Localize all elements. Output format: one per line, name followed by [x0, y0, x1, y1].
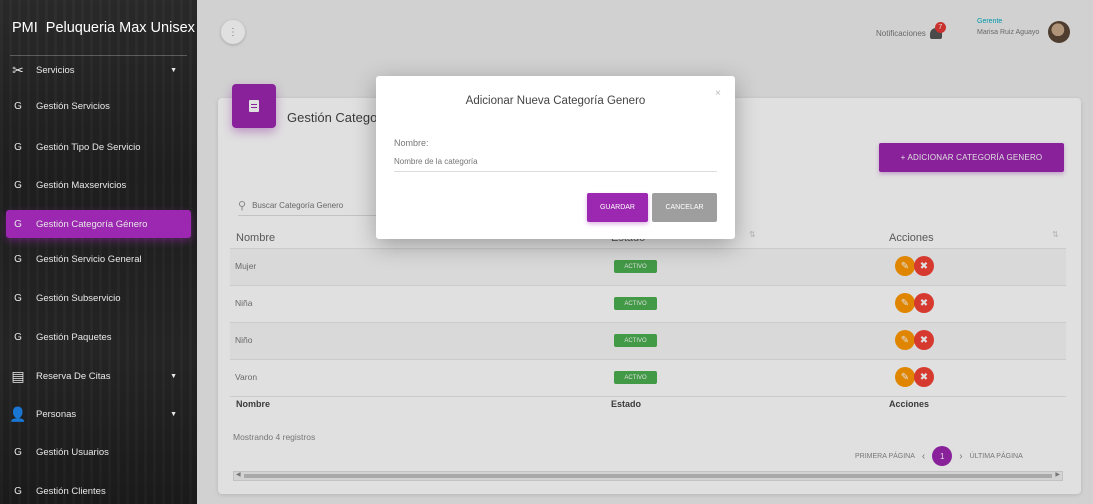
- sidebar-item-label: Gestión Servicios: [36, 100, 110, 112]
- cancel-button[interactable]: CANCELAR: [652, 193, 717, 222]
- sidebar-item-label: Reserva De Citas: [36, 370, 111, 382]
- caret-down-icon: ▼: [170, 372, 177, 380]
- sidebar-item-mark: G: [14, 331, 22, 343]
- person-icon: 👤: [9, 405, 27, 422]
- sidebar-item-mark: G: [14, 141, 22, 153]
- sidebar-item-gestion-maxservicios[interactable]: G Gestión Maxservicios: [6, 171, 191, 199]
- brand-name: Peluqueria Max Unisex: [45, 20, 195, 36]
- calendar-icon: ▤: [11, 367, 25, 384]
- brand-mini: PMI: [12, 20, 38, 36]
- sidebar-item-gestion-clientes[interactable]: G Gestión Clientes: [6, 477, 191, 504]
- sidebar-item-label: Gestión Paquetes: [36, 331, 112, 343]
- sidebar-item-reserva-de-citas[interactable]: ▤ Reserva De Citas ▼: [6, 362, 191, 390]
- close-icon[interactable]: ×: [715, 88, 721, 99]
- sidebar-item-mark: G: [14, 446, 22, 458]
- sidebar-item-gestion-servicio-general[interactable]: G Gestión Servicio General: [6, 245, 191, 273]
- sidebar-item-gestion-subservicio[interactable]: G Gestión Subservicio: [6, 284, 191, 312]
- name-field-label: Nombre:: [394, 138, 429, 148]
- sidebar-item-label: Personas: [36, 408, 77, 420]
- sidebar-item-mark: G: [14, 253, 22, 265]
- sidebar-item-label: Gestión Maxservicios: [36, 179, 127, 191]
- sidebar-item-servicios[interactable]: ✂ Servicios ▼: [6, 56, 191, 84]
- sidebar-item-gestion-servicios[interactable]: G Gestión Servicios: [6, 92, 191, 120]
- sidebar-item-gestion-categoria-genero[interactable]: G Gestión Categoría Género: [6, 210, 191, 238]
- brand[interactable]: PMI Peluqueria Max Unisex: [0, 0, 197, 56]
- sidebar-item-label: Gestión Categoría Género: [36, 218, 148, 230]
- sidebar-item-label: Servicios: [36, 64, 75, 76]
- modal-title: Adicionar Nueva Categoría Genero: [465, 95, 646, 107]
- sidebar: PMI Peluqueria Max Unisex ✂ Servicios ▼ …: [0, 0, 197, 504]
- sidebar-item-mark: G: [14, 485, 22, 497]
- save-button[interactable]: GUARDAR: [587, 193, 648, 222]
- sidebar-item-label: Gestión Subservicio: [36, 292, 121, 304]
- category-name-input[interactable]: [394, 152, 717, 172]
- sidebar-item-label: Gestión Clientes: [36, 485, 106, 497]
- scissors-icon: ✂: [12, 61, 24, 78]
- sidebar-item-mark: G: [14, 179, 22, 191]
- caret-down-icon: ▼: [170, 66, 177, 74]
- sidebar-item-gestion-paquetes[interactable]: G Gestión Paquetes: [6, 323, 191, 351]
- caret-down-icon: ▼: [170, 410, 177, 418]
- sidebar-item-mark: G: [14, 100, 22, 112]
- sidebar-item-gestion-usuarios[interactable]: G Gestión Usuarios: [6, 438, 191, 466]
- sidebar-item-label: Gestión Tipo De Servicio: [36, 141, 141, 153]
- sidebar-item-personas[interactable]: 👤 Personas ▼: [6, 400, 191, 428]
- sidebar-item-mark: G: [14, 292, 22, 304]
- sidebar-item-label: Gestión Usuarios: [36, 446, 109, 458]
- sidebar-item-gestion-tipo-de-servicio[interactable]: G Gestión Tipo De Servicio: [6, 133, 191, 161]
- sidebar-item-label: Gestión Servicio General: [36, 253, 142, 265]
- sidebar-item-mark: G: [14, 218, 22, 230]
- add-category-modal: Adicionar Nueva Categoría Genero × Nombr…: [376, 76, 735, 239]
